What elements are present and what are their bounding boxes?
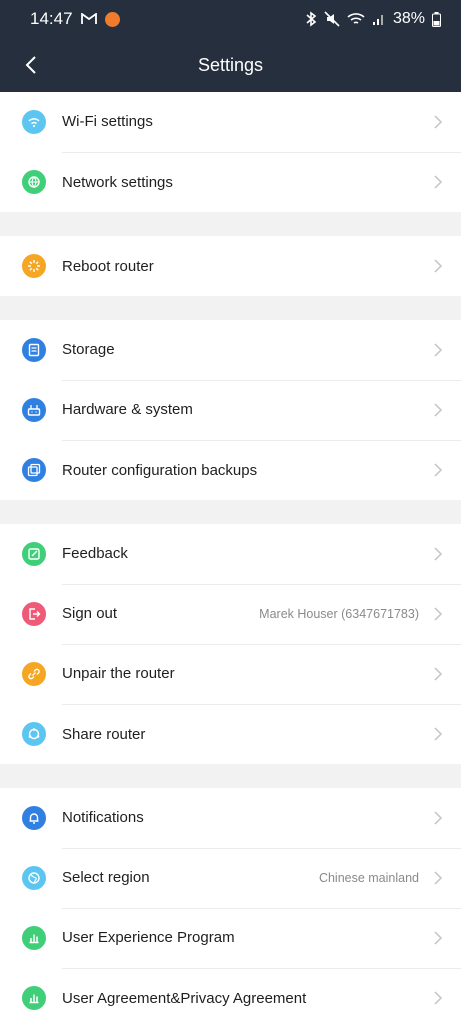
notification-app-icon xyxy=(104,11,120,27)
chevron-right-icon xyxy=(434,606,443,621)
settings-row-uep[interactable]: User Experience Program xyxy=(0,908,461,969)
chevron-right-icon xyxy=(434,810,443,825)
chevron-right-icon xyxy=(434,666,443,681)
settings-row-share[interactable]: Share router xyxy=(0,704,461,764)
cell-signal-icon xyxy=(372,15,383,25)
row-label: Unpair the router xyxy=(62,665,175,682)
settings-group: Notifications Select region Chinese mainla… xyxy=(0,788,461,1028)
region-icon xyxy=(22,866,46,890)
status-bar: 14:47 38% xyxy=(0,0,461,38)
settings-row-storage[interactable]: Storage xyxy=(0,320,461,381)
row-label: Wi-Fi settings xyxy=(62,113,153,130)
feedback-icon xyxy=(22,542,46,566)
app-bar: Settings xyxy=(0,38,461,92)
back-button[interactable] xyxy=(18,52,44,78)
storage-icon xyxy=(22,338,46,362)
section-divider xyxy=(0,296,461,320)
row-label: Sign out xyxy=(62,605,118,622)
row-label: Storage xyxy=(62,341,115,358)
mute-icon xyxy=(324,11,340,27)
chevron-left-icon xyxy=(25,56,36,74)
section-divider xyxy=(0,500,461,524)
settings-list: Wi-Fi settings Network settings Reboot rou… xyxy=(0,92,461,1028)
router-icon xyxy=(22,398,46,422)
settings-row-unpair[interactable]: Unpair the router xyxy=(0,644,461,705)
chevron-right-icon xyxy=(434,342,443,357)
bluetooth-icon xyxy=(306,11,317,27)
link-icon xyxy=(22,662,46,686)
page-title: Settings xyxy=(197,54,264,75)
row-label: Hardware & system xyxy=(62,401,193,418)
chevron-right-icon xyxy=(434,175,443,189)
settings-group: Storage Hardware & system Router configura… xyxy=(0,320,461,500)
globe-icon xyxy=(22,170,46,194)
settings-row-signout[interactable]: Sign out Marek Houser (6347671783) xyxy=(0,584,461,645)
top-bar: 14:47 38% Settings xyxy=(0,0,461,92)
settings-group: Wi-Fi settings Network settings xyxy=(0,92,461,212)
settings-row-reboot[interactable]: Reboot router xyxy=(0,236,461,296)
chart-icon xyxy=(22,926,46,950)
settings-row-network[interactable]: Network settings xyxy=(0,152,461,212)
settings-row-hardware[interactable]: Hardware & system xyxy=(0,380,461,441)
row-label: User Agreement&Privacy Agreement xyxy=(62,989,307,1007)
chevron-right-icon xyxy=(434,402,443,417)
row-label: Notifications xyxy=(62,809,144,826)
row-label: Network settings xyxy=(62,173,173,191)
settings-row-backups[interactable]: Router configuration backups xyxy=(0,440,461,500)
chart-icon xyxy=(22,986,46,1010)
wifi-icon xyxy=(22,110,46,134)
sign-out-icon xyxy=(22,602,46,626)
row-label: Select region xyxy=(62,869,150,886)
chevron-right-icon xyxy=(434,727,443,741)
status-time: 14:47 xyxy=(30,9,73,28)
battery-icon xyxy=(432,11,441,27)
chevron-right-icon xyxy=(434,259,443,273)
section-divider xyxy=(0,212,461,236)
gmail-icon xyxy=(80,13,97,24)
settings-row-agreement[interactable]: User Agreement&Privacy Agreement xyxy=(0,968,461,1028)
settings-row-feedback[interactable]: Feedback xyxy=(0,524,461,585)
backup-icon xyxy=(22,458,46,482)
reboot-icon xyxy=(22,254,46,278)
settings-group: Feedback Sign out Marek Houser (6347671783… xyxy=(0,524,461,764)
row-value: Marek Houser (6347671783) xyxy=(259,606,419,621)
chevron-right-icon xyxy=(434,463,443,477)
wifi-signal-icon xyxy=(347,13,365,24)
row-label: Share router xyxy=(62,725,146,743)
row-label: Reboot router xyxy=(62,257,154,275)
battery-percent: 38% xyxy=(392,10,425,27)
chevron-right-icon xyxy=(434,546,443,561)
bell-icon xyxy=(22,806,46,830)
settings-row-wifi[interactable]: Wi-Fi settings xyxy=(0,92,461,153)
chevron-right-icon xyxy=(434,991,443,1005)
settings-row-notifications[interactable]: Notifications xyxy=(0,788,461,849)
chevron-right-icon xyxy=(434,870,443,885)
settings-row-region[interactable]: Select region Chinese mainland xyxy=(0,848,461,909)
section-divider xyxy=(0,764,461,788)
row-value: Chinese mainland xyxy=(318,870,419,885)
share-icon xyxy=(22,722,46,746)
chevron-right-icon xyxy=(434,114,443,129)
chevron-right-icon xyxy=(434,930,443,945)
row-label: Router configuration backups xyxy=(62,461,258,479)
row-label: User Experience Program xyxy=(62,929,235,946)
row-label: Feedback xyxy=(62,545,128,562)
settings-group: Reboot router xyxy=(0,236,461,296)
